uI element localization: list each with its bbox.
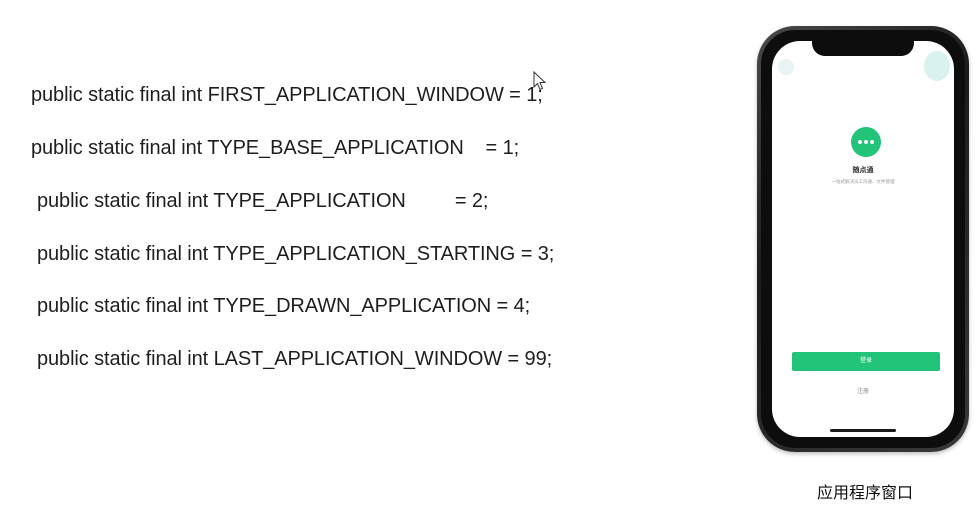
phone-caption: 应用程序窗口 [817,483,914,502]
decor-circle-left [778,59,794,75]
phone-screen: 随点通 一站式解决员工沟通、文件管理 登录 注册 [772,41,954,437]
code-line-last-application-window: public static final int LAST_APPLICATION… [37,348,553,370]
register-link[interactable]: 注册 [772,386,954,395]
code-line-type-application: public static final int TYPE_APPLICATION… [37,190,489,212]
code-line-type-application-starting: public static final int TYPE_APPLICATION… [37,243,555,265]
code-line-type-drawn-application: public static final int TYPE_DRAWN_APPLI… [37,295,531,317]
app-tagline: 一站式解决员工沟通、文件管理 [831,179,895,184]
mouse-pointer-icon [533,71,547,91]
decor-circle-right [924,51,950,81]
code-line-type-base-application: public static final int TYPE_BASE_APPLIC… [31,137,520,159]
phone-notch [812,41,914,56]
phone-mockup: 随点通 一站式解决员工沟通、文件管理 登录 注册 [757,26,969,452]
phone-bezel: 随点通 一站式解决员工沟通、文件管理 登录 注册 [761,30,965,448]
code-line-first-application-window: public static final int FIRST_APPLICATIO… [31,84,543,106]
app-name: 随点通 [852,167,874,174]
home-indicator [830,429,896,432]
chat-bubble-icon [851,127,881,157]
login-button[interactable]: 登录 [792,352,940,371]
